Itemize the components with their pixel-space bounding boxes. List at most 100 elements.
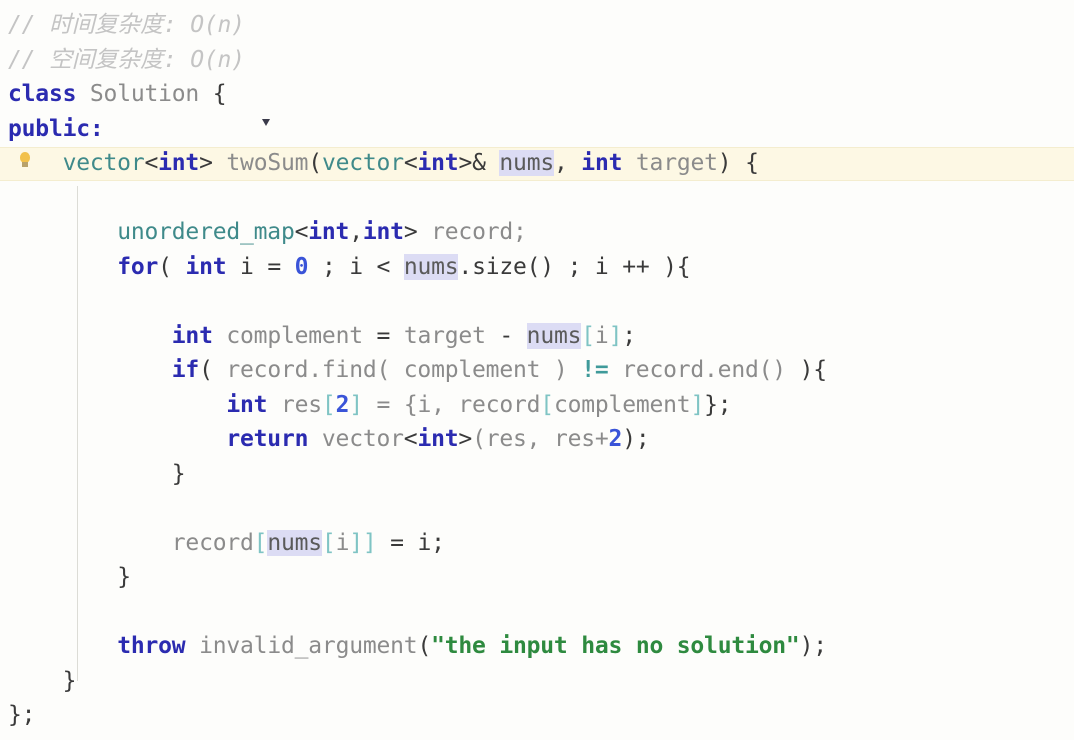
- code-token: };: [704, 391, 732, 418]
- code-token: "the input has no solution": [431, 633, 800, 659]
- code-line-content: unordered_map<int,int> record;: [0, 215, 527, 250]
- code-line[interactable]: [0, 181, 1074, 216]
- code-line[interactable]: };: [0, 698, 1074, 733]
- code-line[interactable]: if( record.find( complement ) != record.…: [0, 353, 1074, 388]
- code-token: // 空间复杂度: O(n): [8, 46, 245, 73]
- code-token: vector: [62, 150, 145, 176]
- code-token: nums: [403, 253, 459, 280]
- code-token: <: [403, 426, 418, 452]
- code-token: (: [199, 357, 227, 383]
- code-line[interactable]: int res[2] = {i, record[complement]};: [0, 388, 1074, 423]
- code-token: 2: [335, 391, 350, 418]
- code-token: return: [226, 426, 309, 452]
- code-token: {: [212, 81, 227, 107]
- code-token: int: [226, 391, 268, 418]
- code-token: -: [485, 322, 527, 349]
- code-token: ;: [622, 322, 636, 349]
- code-line[interactable]: }: [0, 664, 1074, 699]
- code-token: ) {: [717, 150, 759, 176]
- code-token: res: [267, 391, 322, 418]
- code-token: int: [417, 150, 459, 176]
- code-token: unordered_map: [117, 219, 295, 245]
- code-line[interactable]: vector<int> twoSum(vector<int>& nums, in…: [0, 146, 1074, 181]
- code-token: (res, res+: [472, 426, 609, 452]
- code-token: ){: [799, 357, 827, 383]
- code-token: int: [362, 219, 404, 245]
- code-line[interactable]: }: [0, 457, 1074, 492]
- code-token: };: [8, 702, 36, 728]
- code-token: nums: [267, 529, 322, 556]
- code-line-content: class Solution {: [0, 77, 227, 112]
- code-token: [: [253, 529, 268, 556]
- code-token: vector: [321, 150, 404, 176]
- code-line-content: };: [0, 698, 35, 733]
- code-token: Solution: [89, 81, 200, 107]
- code-token: record: [171, 529, 254, 556]
- code-token: for: [117, 253, 159, 280]
- code-token: ]: [690, 391, 705, 418]
- code-token: [: [581, 322, 595, 349]
- code-line[interactable]: record[nums[i]] = i;: [0, 526, 1074, 561]
- code-token: }: [62, 667, 77, 694]
- code-token: <: [144, 150, 159, 176]
- code-line[interactable]: [0, 284, 1074, 319]
- code-token: >: [403, 219, 418, 245]
- code-token: = i;: [376, 529, 445, 556]
- code-line-content: }: [0, 664, 77, 699]
- code-token: [: [321, 391, 336, 418]
- code-line[interactable]: throw invalid_argument("the input has no…: [0, 629, 1074, 664]
- code-line[interactable]: }: [0, 560, 1074, 595]
- code-token: vector: [321, 426, 404, 452]
- code-line-content: }: [0, 457, 186, 492]
- code-line-content: // 空间复杂度: O(n): [0, 43, 245, 78]
- code-line[interactable]: class Solution {: [0, 77, 1074, 112]
- code-token: int: [158, 150, 200, 176]
- code-line-content: vector<int> twoSum(vector<int>& nums, in…: [0, 146, 759, 181]
- code-line-content: throw invalid_argument("the input has no…: [0, 629, 827, 664]
- code-token: >: [458, 426, 473, 452]
- code-token: );: [622, 426, 650, 452]
- code-line[interactable]: // 空间复杂度: O(n): [0, 43, 1074, 78]
- code-line[interactable]: [0, 595, 1074, 630]
- code-editor[interactable]: // 时间复杂度: O(n) // 空间复杂度: O(n) class Soluti…: [0, 0, 1074, 740]
- code-token: nums: [526, 322, 582, 349]
- code-line-content: int complement = target - nums[i];: [0, 319, 636, 354]
- code-token: record;: [431, 219, 527, 245]
- code-token: ]: [608, 322, 623, 349]
- code-line[interactable]: // 时间复杂度: O(n): [0, 8, 1074, 43]
- code-token: invalid_argument: [199, 633, 418, 659]
- code-line-content: if( record.find( complement ) != record.…: [0, 353, 827, 388]
- code-token: ,: [349, 219, 363, 245]
- code-token: int: [185, 253, 227, 280]
- code-token: >&: [458, 150, 486, 176]
- code-line[interactable]: [0, 491, 1074, 526]
- code-line[interactable]: public:: [0, 112, 1074, 147]
- code-line[interactable]: unordered_map<int,int> record;: [0, 215, 1074, 250]
- code-token: target: [403, 322, 486, 349]
- code-token: >: [199, 150, 213, 176]
- code-token: (: [308, 150, 322, 176]
- code-line[interactable]: for( int i = 0 ; i < nums.size() ; i ++ …: [0, 250, 1074, 285]
- code-token: ]]: [349, 529, 377, 556]
- code-line[interactable]: int complement = target - nums[i];: [0, 319, 1074, 354]
- code-token: [: [540, 391, 554, 418]
- code-token: (: [158, 253, 186, 280]
- code-line[interactable]: return vector<int>(res, res+2);: [0, 422, 1074, 457]
- code-token: ]: [349, 391, 363, 418]
- code-token: nums: [499, 150, 554, 176]
- code-line-content: record[nums[i]] = i;: [0, 526, 445, 561]
